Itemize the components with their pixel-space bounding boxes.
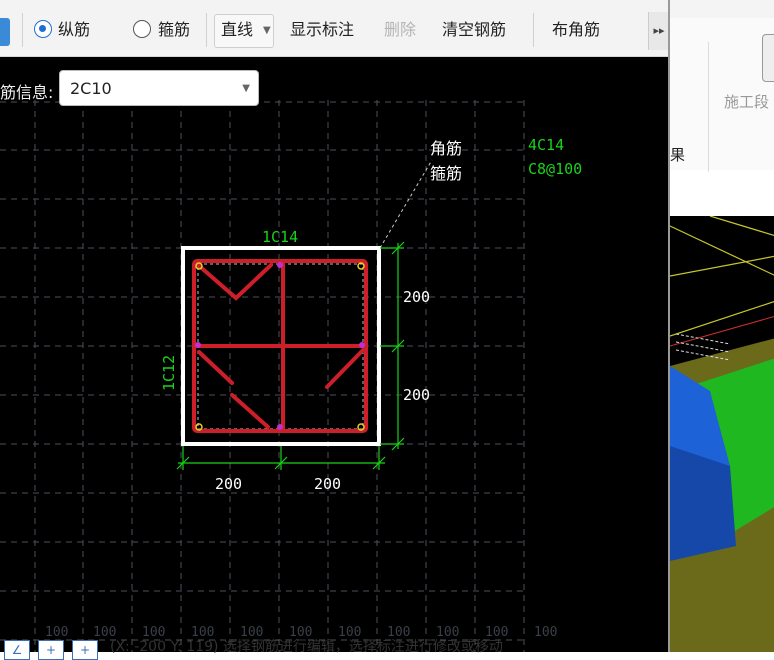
dimension-bottom-right[interactable]: 200 xyxy=(314,475,341,493)
clear-rebar-button[interactable]: 清空钢筋 xyxy=(442,17,506,43)
construction-section-icon[interactable] xyxy=(762,34,774,82)
toolbar: 纵筋 箍筋 直线 ▼ 显示标注 删除 清空钢筋 布角筋 ▸▸ xyxy=(0,0,669,57)
delete-button[interactable]: 删除 xyxy=(384,17,416,43)
grid-number: 100 xyxy=(534,625,558,640)
3d-view[interactable] xyxy=(670,216,774,652)
status-angle-button[interactable]: ∠ xyxy=(4,640,30,660)
longitudinal-radio-label[interactable]: 纵筋 xyxy=(58,17,90,43)
dimension-right-bottom[interactable]: 200 xyxy=(403,386,430,404)
toolbar-more-button[interactable]: ▸▸ xyxy=(648,12,669,50)
toolbar-separator xyxy=(22,13,23,47)
drawing-canvas[interactable]: 角筋 4C14 箍筋 C8@100 1C14 1C12 200 200 200 … xyxy=(0,57,668,652)
longitudinal-radio[interactable] xyxy=(34,20,52,38)
grid-number: 100 xyxy=(45,625,69,640)
construction-section-label[interactable]: 施工段 xyxy=(724,91,769,112)
chevron-down-icon: ▼ xyxy=(263,25,271,36)
legend-stirrup-label: 箍筋 xyxy=(430,164,463,183)
dimension-bottom-left[interactable]: 200 xyxy=(215,475,242,493)
place-corner-rebar-button[interactable]: 布角筋 xyxy=(552,17,600,43)
section-drawing xyxy=(0,100,526,652)
dimension-right-top[interactable]: 200 xyxy=(403,288,430,306)
rebar-info-select[interactable]: 2C10 ▼ xyxy=(59,70,259,106)
legend-leader-line xyxy=(379,159,433,249)
side-rebar-label[interactable]: 1C12 xyxy=(160,331,178,391)
status-text: (X: -200 Y: 119) 选择钢筋进行编辑，选择标注进行修改或移动 xyxy=(110,639,503,655)
status-add-button[interactable]: + xyxy=(38,640,64,660)
line-mode-value: 直线 xyxy=(221,20,254,39)
rebar-info-label: 筋信息: xyxy=(0,83,54,102)
legend-corner-value[interactable]: 4C14 xyxy=(528,136,564,154)
rebar-info-value: 2C10 xyxy=(70,79,112,98)
show-annotation-button[interactable]: 显示标注 xyxy=(290,17,354,43)
result-label: 果 xyxy=(670,146,686,164)
top-rebar-label[interactable]: 1C14 xyxy=(262,228,298,246)
stirrup-radio[interactable] xyxy=(133,20,151,38)
stirrup-radio-label[interactable]: 箍筋 xyxy=(158,17,190,43)
chevron-down-icon: ▼ xyxy=(242,83,250,94)
status-add-button-2[interactable]: + xyxy=(72,640,98,660)
stirrups[interactable] xyxy=(192,259,368,433)
toolbar-separator xyxy=(206,13,207,47)
left-tab-edge[interactable] xyxy=(0,18,10,46)
legend-corner-label: 角筋 xyxy=(430,139,463,158)
right-panel: 施工段 果 xyxy=(668,0,774,652)
toolbar-separator xyxy=(533,13,534,47)
line-mode-dropdown[interactable]: 直线 ▼ xyxy=(214,14,274,48)
ribbon-divider xyxy=(708,42,709,172)
legend-stirrup-value[interactable]: C8@100 xyxy=(528,160,582,178)
ribbon-tab-strip xyxy=(670,0,774,19)
